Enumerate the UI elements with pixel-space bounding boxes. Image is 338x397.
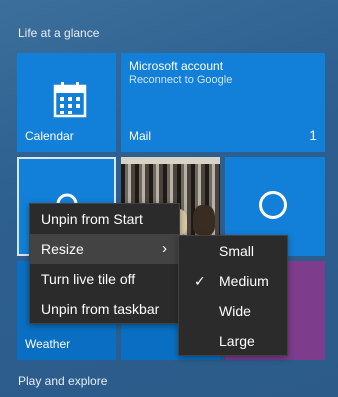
mail-label: Mail: [129, 129, 152, 143]
resize-medium[interactable]: ✓ Medium: [179, 266, 287, 296]
calendar-label: Calendar: [25, 129, 74, 143]
weather-label: Weather: [25, 337, 71, 351]
resize-large[interactable]: Large: [179, 326, 287, 356]
tile-context-menu: Unpin from Start Resize › Turn live tile…: [29, 203, 180, 324]
menu-turn-live-tile-off[interactable]: Turn live tile off: [30, 264, 179, 294]
resize-small[interactable]: Small: [179, 236, 287, 266]
photo-dog-right: [193, 205, 215, 235]
menu-resize[interactable]: Resize ›: [30, 234, 179, 264]
checkmark-icon: ✓: [194, 273, 206, 289]
resize-wide[interactable]: Wide: [179, 296, 287, 326]
calendar-tile[interactable]: Calendar: [17, 53, 116, 152]
mail-tile[interactable]: Microsoft account Reconnect to Google Ma…: [121, 53, 325, 152]
menu-unpin-from-start[interactable]: Unpin from Start: [30, 204, 179, 234]
mail-account-title: Microsoft account: [129, 59, 224, 73]
group-title-life: Life at a glance: [18, 26, 100, 40]
mail-unread-count: 1: [309, 127, 317, 143]
cortana-circle-icon: [259, 191, 287, 219]
menu-unpin-from-taskbar[interactable]: Unpin from taskbar: [30, 294, 179, 324]
calendar-icon: [53, 82, 87, 118]
chevron-right-icon: ›: [162, 240, 167, 257]
group-title-play: Play and explore: [18, 374, 108, 388]
mail-account-subtitle: Reconnect to Google: [129, 74, 233, 86]
resize-submenu: Small ✓ Medium Wide Large: [178, 235, 288, 356]
photo-fence-top: [121, 157, 220, 164]
